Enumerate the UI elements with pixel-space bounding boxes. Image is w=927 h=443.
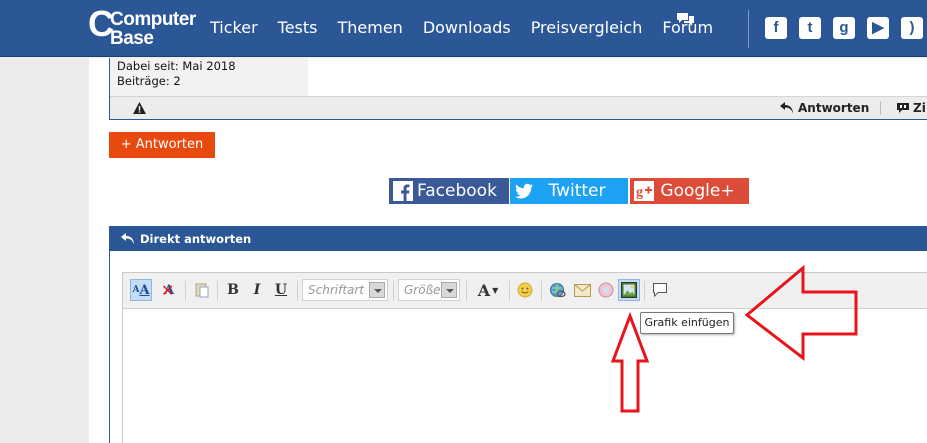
font-color-icon[interactable]: A ▼: [472, 279, 504, 301]
toolbar-divider: [644, 281, 645, 301]
nav-ticker[interactable]: Ticker: [210, 18, 258, 37]
user-joined: Dabei seit: Mai 2018: [117, 59, 236, 73]
quote-bubble-icon[interactable]: [649, 279, 671, 301]
font-family-select[interactable]: Schriftart: [302, 279, 388, 301]
facebook-icon[interactable]: f: [765, 17, 787, 39]
chat-bubbles-icon: [677, 13, 694, 26]
left-gutter: [0, 58, 89, 443]
font-family-placeholder: Schriftart: [308, 283, 365, 297]
smiley-icon[interactable]: [514, 279, 536, 301]
nav-downloads[interactable]: Downloads: [423, 18, 511, 37]
insert-media-icon[interactable]: [595, 279, 617, 301]
share-googleplus-label: Google+: [660, 181, 735, 201]
warning-icon[interactable]: [133, 102, 146, 114]
logo-line2: Base: [110, 28, 154, 49]
chevron-down-icon: [369, 282, 385, 298]
youtube-icon[interactable]: ▶: [867, 17, 889, 39]
toolbar-divider: [217, 281, 218, 301]
bold-icon[interactable]: B: [222, 279, 244, 301]
message-editor: AA A ✕ B I U Schriftart Größe A ▼: [122, 272, 927, 443]
user-posts: Beiträge: 2: [117, 74, 181, 88]
top-navigation: C Computer Base Ticker Tests Themen Down…: [0, 0, 927, 57]
main-nav: Ticker Tests Themen Downloads Preisvergl…: [210, 18, 733, 37]
computerbase-logo[interactable]: C Computer Base: [88, 6, 196, 52]
insert-image-tooltip: Grafik einfügen: [640, 312, 734, 334]
user-info: Dabei seit: Mai 2018 Beiträge: 2: [110, 58, 308, 96]
toolbar-divider: [393, 281, 394, 301]
post-container: Dabei seit: Mai 2018 Beiträge: 2 Antwort…: [109, 58, 927, 120]
googleplus-icon[interactable]: g: [833, 17, 855, 39]
twitter-icon[interactable]: t: [799, 17, 821, 39]
post-footer: Antworten Zi: [110, 96, 927, 119]
insert-image-icon[interactable]: [618, 279, 640, 301]
post-quote-link[interactable]: Zi: [896, 101, 926, 115]
direct-reply-panel: Direkt antworten AA A ✕ B I U Schriftart…: [109, 226, 927, 443]
toolbar-divider: [297, 281, 298, 301]
insert-link-icon[interactable]: [547, 279, 569, 301]
toolbar-divider: [185, 281, 186, 301]
reply-arrow-icon: [780, 102, 793, 114]
nav-preisvergleich[interactable]: Preisvergleich: [531, 18, 643, 37]
share-facebook-button[interactable]: Facebook: [389, 178, 509, 204]
post-quote-label: Zi: [913, 101, 926, 115]
nav-themen[interactable]: Themen: [337, 18, 402, 37]
reply-arrow-icon: [121, 233, 134, 245]
social-links: f t g ▶ ): [765, 17, 923, 39]
toolbar-divider: [466, 281, 467, 301]
paste-icon[interactable]: [191, 279, 213, 301]
chevron-down-icon: [441, 282, 457, 298]
share-twitter-label: Twitter: [548, 181, 606, 201]
underline-icon[interactable]: U: [270, 279, 292, 301]
footer-divider: [880, 101, 881, 115]
email-icon[interactable]: [571, 279, 593, 301]
rss-icon[interactable]: ): [901, 17, 923, 39]
font-size-placeholder: Größe: [404, 283, 441, 297]
page-content: Dabei seit: Mai 2018 Beiträge: 2 Antwort…: [89, 58, 927, 443]
toolbar-divider: [541, 281, 542, 301]
nav-tests[interactable]: Tests: [278, 18, 318, 37]
font-size-select[interactable]: Größe: [398, 279, 460, 301]
reply-button[interactable]: + Antworten: [109, 132, 215, 158]
nav-divider: [748, 10, 749, 48]
share-facebook-label: Facebook: [417, 181, 497, 201]
toolbar-divider: [509, 281, 510, 301]
italic-icon[interactable]: I: [246, 279, 268, 301]
editor-toolbar: AA A ✕ B I U Schriftart Größe A ▼: [123, 273, 927, 309]
text-mode-icon[interactable]: AA: [130, 279, 152, 301]
post-reply-label: Antworten: [798, 101, 870, 115]
remove-format-icon[interactable]: A ✕: [158, 279, 180, 301]
share-twitter-button[interactable]: Twitter: [510, 178, 628, 204]
quote-icon: [897, 103, 909, 113]
direct-reply-header: Direkt antworten: [110, 227, 927, 251]
direct-reply-title: Direkt antworten: [140, 232, 252, 246]
post-reply-link[interactable]: Antworten: [780, 101, 869, 115]
share-googleplus-button[interactable]: g Google+: [630, 178, 749, 204]
